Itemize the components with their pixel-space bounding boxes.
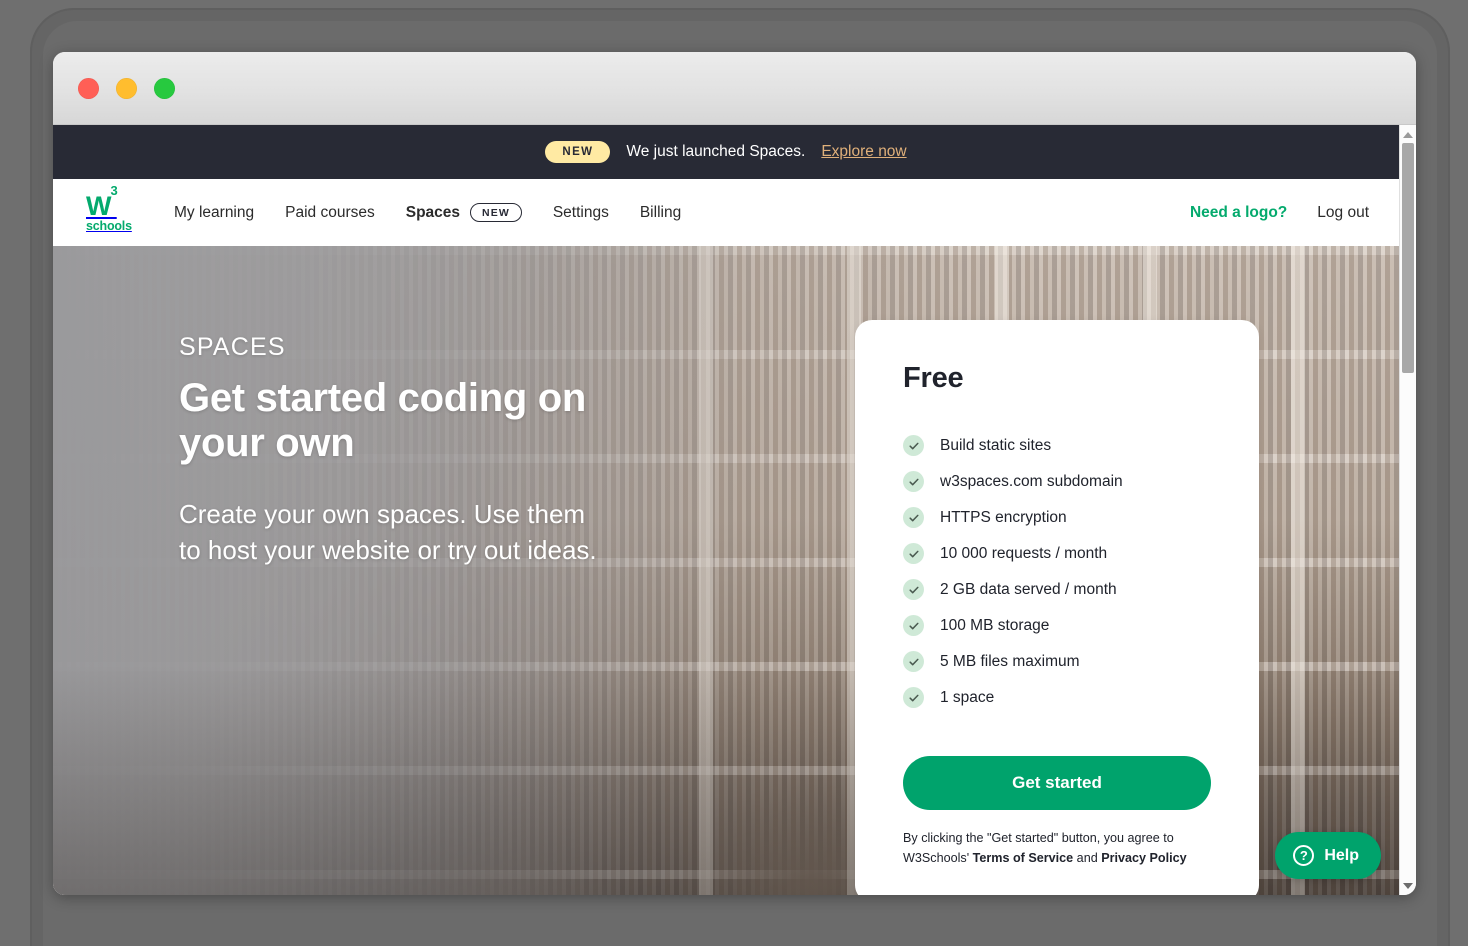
w3schools-logo[interactable]: W3 schools: [86, 183, 144, 233]
nav-item-billing[interactable]: Billing: [640, 204, 681, 222]
browser-window: NEW We just launched Spaces. Explore now…: [53, 52, 1416, 895]
minimize-button[interactable]: [116, 77, 137, 99]
scrollbar-thumb[interactable]: [1402, 143, 1414, 373]
feature-item: 2 GB data served / month: [903, 579, 1211, 600]
feature-label: w3spaces.com subdomain: [940, 472, 1123, 490]
feature-label: HTTPS encryption: [940, 508, 1067, 526]
logo-subtext: schools: [86, 218, 132, 233]
hero-heading: Get started coding on your own: [179, 376, 587, 465]
feature-label: 5 MB files maximum: [940, 652, 1080, 670]
legal-disclaimer: By clicking the "Get started" button, yo…: [903, 829, 1211, 868]
check-icon: [903, 471, 924, 492]
feature-item: Build static sites: [903, 435, 1211, 456]
feature-item: 10 000 requests / month: [903, 543, 1211, 564]
nav-links: My learning Paid courses Spaces NEW Sett…: [174, 202, 681, 223]
hero-subtext: Create your own spaces. Use them to host…: [179, 498, 597, 565]
nav-item-paid-courses[interactable]: Paid courses: [285, 204, 375, 222]
pricing-card-free: Free Build static sites w3spaces.com sub…: [855, 320, 1259, 895]
feature-label: Build static sites: [940, 436, 1052, 454]
feature-item: 5 MB files maximum: [903, 651, 1211, 672]
feature-item: w3spaces.com subdomain: [903, 471, 1211, 492]
check-icon: [903, 543, 924, 564]
nav-right-actions: Need a logo? Log out: [1190, 204, 1369, 222]
feature-item: HTTPS encryption: [903, 507, 1211, 528]
check-icon: [903, 579, 924, 600]
page-content: NEW We just launched Spaces. Explore now…: [53, 125, 1399, 895]
nav-item-settings[interactable]: Settings: [553, 204, 609, 222]
desktop-backdrop: NEW We just launched Spaces. Explore now…: [0, 0, 1468, 946]
scroll-down-arrow[interactable]: [1400, 878, 1416, 893]
close-button[interactable]: [78, 77, 99, 99]
nav-link-label[interactable]: Paid courses: [285, 204, 375, 222]
hero-copy: SPACES Get started coding on your own Cr…: [179, 333, 599, 568]
check-icon: [903, 687, 924, 708]
help-button[interactable]: ? Help: [1275, 832, 1381, 879]
feature-label: 1 space: [940, 688, 995, 706]
nav-link-label[interactable]: My learning: [174, 204, 254, 222]
maximize-button[interactable]: [154, 77, 175, 99]
hero-section: SPACES Get started coding on your own Cr…: [53, 246, 1399, 895]
feature-item: 1 space: [903, 687, 1211, 708]
nav-new-badge: NEW: [470, 202, 522, 223]
feature-label: 2 GB data served / month: [940, 580, 1117, 598]
disclaimer-conjunction: and: [1073, 850, 1102, 865]
check-icon: [903, 615, 924, 636]
scroll-up-arrow[interactable]: [1400, 127, 1416, 142]
check-icon: [903, 507, 924, 528]
explore-now-link[interactable]: Explore now: [821, 143, 906, 161]
terms-of-service-link[interactable]: Terms of Service: [973, 851, 1074, 865]
logo-superscript: 3: [110, 183, 117, 198]
nav-link-label[interactable]: Billing: [640, 204, 681, 222]
feature-label: 10 000 requests / month: [940, 544, 1108, 562]
window-titlebar: [53, 52, 1416, 125]
announcement-text: We just launched Spaces.: [626, 143, 806, 160]
feature-item: 100 MB storage: [903, 615, 1211, 636]
nav-link-label[interactable]: Settings: [553, 204, 609, 222]
plan-title: Free: [903, 362, 964, 394]
privacy-policy-link[interactable]: Privacy Policy: [1101, 851, 1186, 865]
vertical-scrollbar[interactable]: [1399, 125, 1416, 895]
nav-link-label[interactable]: Spaces: [406, 204, 460, 222]
get-started-button[interactable]: Get started: [903, 756, 1211, 810]
new-badge: NEW: [545, 140, 611, 164]
feature-label: 100 MB storage: [940, 616, 1050, 634]
nav-item-my-learning[interactable]: My learning: [174, 204, 254, 222]
log-out-link[interactable]: Log out: [1317, 204, 1369, 222]
site-navbar: W3 schools My learning Paid courses Spac…: [53, 179, 1399, 246]
browser-viewport: NEW We just launched Spaces. Explore now…: [53, 125, 1416, 895]
help-label: Help: [1324, 846, 1359, 864]
need-a-logo-link[interactable]: Need a logo?: [1190, 204, 1287, 222]
check-icon: [903, 651, 924, 672]
feature-list: Build static sites w3spaces.com subdomai…: [903, 435, 1211, 708]
check-icon: [903, 435, 924, 456]
nav-item-spaces[interactable]: Spaces NEW: [406, 202, 522, 223]
logo-wordmark: W3: [86, 183, 118, 221]
announcement-bar: NEW We just launched Spaces. Explore now: [53, 125, 1399, 179]
question-mark-icon: ?: [1293, 845, 1315, 866]
hero-eyebrow: SPACES: [179, 333, 286, 361]
